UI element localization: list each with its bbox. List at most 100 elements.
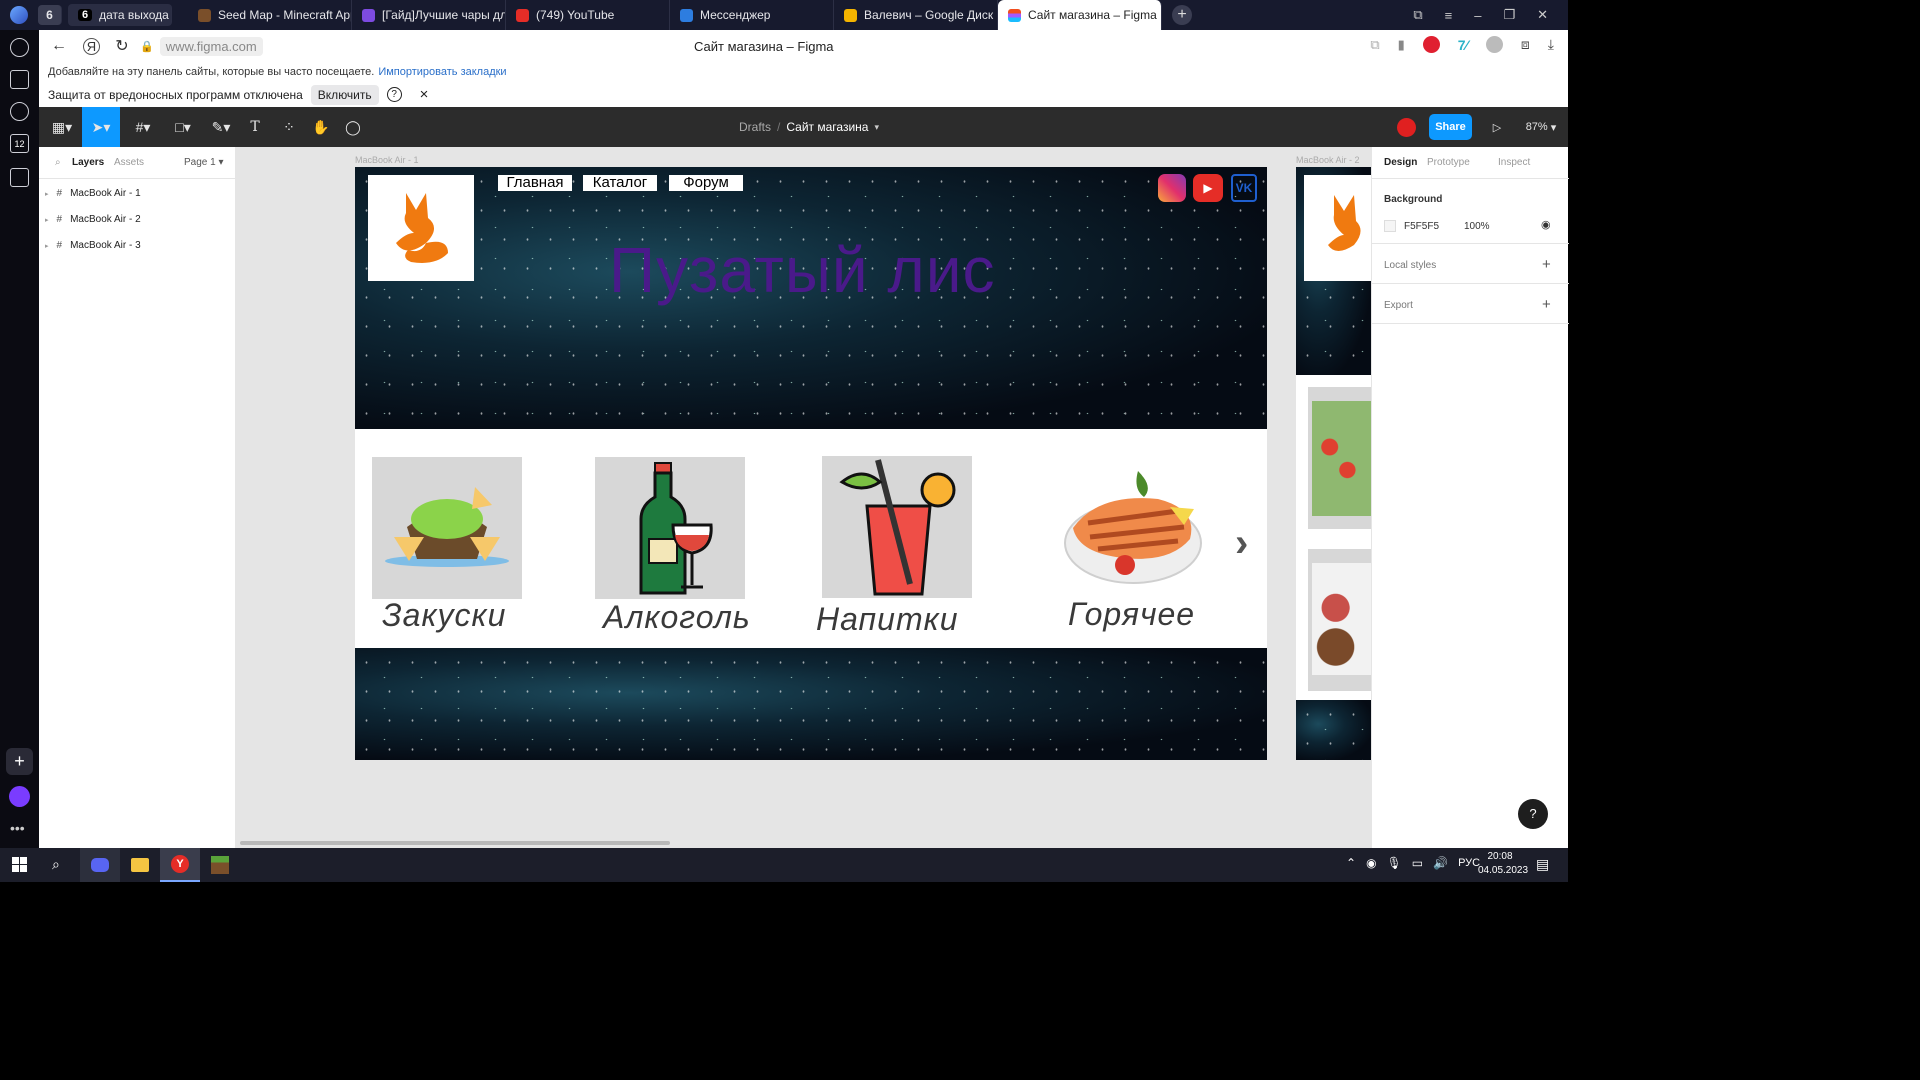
translate-icon[interactable]: 7⁄ — [1458, 37, 1468, 53]
tab-inspect[interactable]: Inspect — [1498, 157, 1530, 168]
figma-menu-icon[interactable]: ▦▾ — [47, 107, 77, 147]
add-panel-button[interactable]: + — [6, 748, 33, 775]
tab-figma-active[interactable]: Сайт магазина – Figma × — [998, 0, 1162, 30]
import-bookmarks-link[interactable]: Импортировать закладки — [378, 66, 506, 78]
hand-tool-icon[interactable]: ✋ — [309, 107, 333, 147]
category-card-alcohol[interactable] — [595, 457, 745, 599]
help-button[interactable]: ? — [1518, 799, 1548, 829]
category-card-drinks[interactable] — [822, 456, 972, 598]
network-icon[interactable]: ▭ — [1412, 856, 1423, 870]
resources-icon[interactable]: ⁘ — [277, 107, 301, 147]
chevron-right-icon[interactable]: ▸ — [45, 216, 49, 224]
alice-assistant-icon[interactable] — [9, 786, 30, 807]
page-selector[interactable]: Page 1 ▾ — [184, 157, 224, 168]
tab-group-release-date[interactable]: 6 дата выхода ⌄ — [68, 4, 172, 26]
tab-youtube[interactable]: (749) YouTube — [506, 0, 670, 30]
horizontal-scrollbar[interactable] — [240, 841, 670, 845]
notifications-icon[interactable]: ▤ — [1536, 856, 1549, 873]
color-swatch[interactable] — [1384, 220, 1396, 232]
reload-icon[interactable]: ↻ — [104, 36, 140, 56]
tab-assets[interactable]: Assets — [114, 157, 144, 168]
zoom-level[interactable]: 87% ▾ — [1521, 107, 1561, 147]
bookmarks-icon[interactable]: ⧉ — [1413, 7, 1422, 23]
category-card-hot[interactable] — [1058, 453, 1208, 595]
yandex-icon[interactable]: Я — [83, 37, 100, 55]
frame-label[interactable]: MacBook Air - 2 — [1296, 155, 1360, 165]
chevron-right-icon[interactable]: ▸ — [45, 242, 49, 250]
minimize-icon[interactable]: – — [1474, 8, 1481, 23]
frame-tool-icon[interactable]: #▾ — [127, 107, 159, 147]
nav-forum[interactable]: Форум — [669, 175, 743, 191]
breadcrumb-drafts[interactable]: Drafts — [739, 120, 771, 134]
play-icon[interactable] — [10, 102, 29, 121]
vk-icon[interactable]: VK — [1231, 174, 1257, 202]
tab-enchant-guide[interactable]: [Гайд]Лучшие чары для в — [352, 0, 506, 30]
back-icon[interactable]: ← — [39, 37, 79, 55]
tab-design[interactable]: Design — [1384, 157, 1417, 168]
search-icon[interactable]: ⌕ — [52, 856, 60, 873]
tab-seed-map[interactable]: Seed Map - Minecraft App — [188, 0, 352, 30]
add-export-icon[interactable]: + — [1542, 296, 1551, 313]
comment-tool-icon[interactable]: ◯ — [341, 107, 365, 147]
menu-icon[interactable]: ≡ — [1445, 8, 1453, 23]
nav-catalog[interactable]: Каталог — [583, 175, 657, 191]
layer-item[interactable]: ▸ # MacBook Air - 2 — [45, 214, 141, 225]
instagram-icon[interactable] — [1158, 174, 1186, 202]
microphone-icon[interactable]: 🎙 — [1387, 856, 1402, 870]
present-play-icon[interactable]: ▷ — [1487, 107, 1507, 147]
figma-canvas[interactable]: MacBook Air - 1 MacBook Air - 2 Главная … — [236, 147, 1371, 848]
nav-home[interactable]: Главная — [498, 175, 572, 191]
help-icon[interactable]: ? — [386, 87, 402, 102]
taskbar-clock[interactable]: 20:08 04.05.2023 — [1478, 851, 1528, 876]
tab-layers[interactable]: Layers — [72, 157, 104, 168]
avatar[interactable] — [1397, 118, 1416, 137]
yandex-browser-taskbar-button[interactable]: Y — [160, 848, 200, 882]
background-opacity-input[interactable]: 100% — [1464, 221, 1490, 232]
minecraft-taskbar-button[interactable] — [200, 848, 240, 882]
volume-icon[interactable]: 🔊 — [1433, 856, 1448, 870]
screenshot-icon[interactable] — [10, 168, 29, 187]
new-tab-button[interactable]: + — [1172, 5, 1192, 25]
tab-prototype[interactable]: Prototype — [1427, 157, 1470, 168]
rectangle-tool-icon[interactable]: □▾ — [167, 107, 199, 147]
close-warning-icon[interactable]: × — [420, 86, 429, 103]
language-indicator[interactable]: РУС — [1458, 857, 1480, 869]
chevron-right-icon[interactable]: ▸ — [45, 190, 49, 198]
frame-label[interactable]: MacBook Air - 1 — [355, 155, 419, 165]
protect-icon[interactable] — [1422, 36, 1440, 53]
layer-item[interactable]: ▸ # MacBook Air - 3 — [45, 240, 141, 251]
restore-icon[interactable]: ❐ — [1503, 7, 1515, 23]
download-icon[interactable]: ⤓ — [1548, 36, 1554, 53]
notes-icon[interactable] — [10, 70, 29, 89]
next-arrow-icon[interactable]: › — [1235, 521, 1248, 566]
share-button[interactable]: Share — [1429, 114, 1472, 140]
history-icon[interactable] — [10, 38, 29, 57]
product-card[interactable] — [1308, 549, 1371, 691]
discord-tray-icon[interactable]: ◉ — [1366, 856, 1376, 870]
browser-logo-icon[interactable] — [0, 0, 38, 30]
discord-taskbar-button[interactable] — [80, 848, 120, 882]
vpn-globe-icon[interactable] — [1485, 36, 1503, 53]
enable-protection-button[interactable]: Включить — [310, 84, 379, 105]
file-name[interactable]: Сайт магазина — [786, 120, 868, 134]
more-icon[interactable]: ••• — [10, 820, 25, 836]
eye-icon[interactable]: ◉ — [1541, 218, 1551, 231]
pen-tool-icon[interactable]: ✎▾ — [205, 107, 237, 147]
tab-messenger[interactable]: Мессенджер — [670, 0, 834, 30]
tab-google-drive[interactable]: Валевич – Google Диск — [834, 0, 998, 30]
background-hex-input[interactable]: F5F5F5 — [1404, 221, 1439, 232]
move-tool-icon[interactable]: ➤▾ — [82, 107, 120, 147]
url-field[interactable]: www.figma.com — [159, 36, 263, 56]
extension-icon[interactable]: ⧉ — [1370, 37, 1379, 53]
bookmark-icon[interactable]: ▮ — [1398, 37, 1405, 53]
product-card[interactable] — [1308, 387, 1371, 529]
youtube-icon[interactable]: ▶ — [1193, 174, 1223, 202]
frame-macbook-air-1[interactable]: Главная Каталог Форум ▶ VK Пузатый лис З… — [355, 167, 1267, 760]
frame-macbook-air-2[interactable] — [1296, 167, 1371, 760]
chevron-down-icon[interactable]: ▾ — [874, 122, 879, 133]
add-style-icon[interactable]: + — [1542, 256, 1551, 273]
window-close-icon[interactable]: ✕ — [1537, 7, 1548, 23]
windows-start-icon[interactable] — [12, 857, 27, 872]
text-tool-icon[interactable]: T — [243, 107, 267, 147]
chevron-up-icon[interactable]: ⌃ — [1346, 856, 1356, 870]
